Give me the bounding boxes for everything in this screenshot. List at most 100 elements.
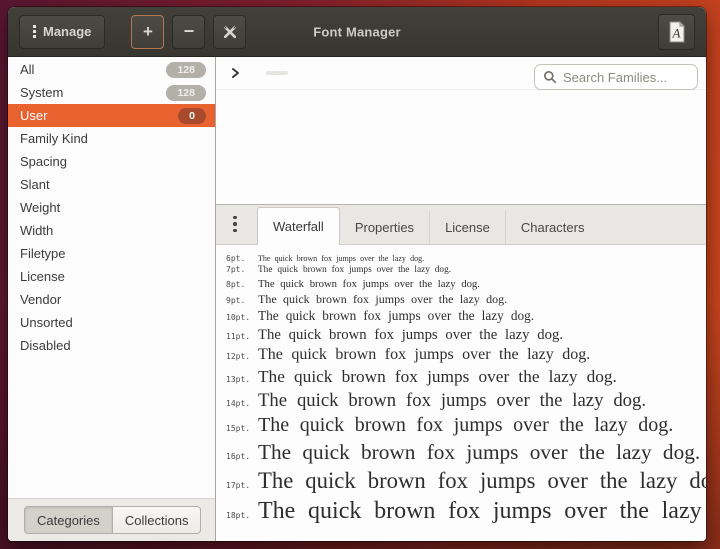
category-row[interactable]: All 128 — [8, 58, 215, 81]
category-label: Family Kind — [20, 131, 88, 146]
minus-icon: − — [184, 21, 195, 42]
waterfall-sample-text: The quick brown fox jumps over the lazy … — [258, 345, 590, 365]
category-list: All 128 System 128 User 0 — [8, 57, 215, 498]
plus-icon: + — [143, 22, 153, 42]
sidebar: All 128 System 128 User 0 — [8, 57, 215, 541]
preview-tab[interactable]: Waterfall — [257, 207, 340, 245]
font-file-icon: A — [668, 21, 686, 43]
waterfall-row: 13pt. The quick brown fox jumps over the… — [224, 366, 706, 388]
category-row[interactable]: Spacing — [8, 150, 215, 173]
category-label: System — [20, 85, 63, 100]
waterfall-sample-text: The quick brown fox jumps over the lazy … — [258, 265, 451, 277]
category-row[interactable]: System 128 — [8, 81, 215, 104]
waterfall-row: 9pt. The quick brown fox jumps over the … — [224, 292, 706, 307]
preview-menu-button[interactable] — [221, 204, 249, 244]
waterfall-sample-text: The quick brown fox jumps over the lazy … — [258, 496, 706, 526]
category-row[interactable]: Unsorted — [8, 311, 215, 334]
category-row[interactable]: Slant — [8, 173, 215, 196]
waterfall-row: 8pt. The quick brown fox jumps over the … — [224, 278, 706, 291]
remove-fonts-button[interactable]: − — [172, 15, 205, 49]
preview-tabs: Waterfall Properties License — [257, 205, 599, 244]
category-label: License — [20, 269, 65, 284]
waterfall-sample-text: The quick brown fox jumps over the lazy … — [258, 308, 534, 325]
waterfall-size-label: 10pt. — [224, 313, 258, 322]
waterfall-size-label: 17pt. — [224, 481, 258, 490]
waterfall-size-label: 13pt. — [224, 375, 258, 384]
preview-tab[interactable]: License — [429, 211, 505, 244]
search-input[interactable] — [563, 70, 689, 85]
waterfall-sample-text: The quick brown fox jumps over the lazy … — [258, 439, 700, 466]
collections-button-label: Collections — [125, 513, 189, 528]
waterfall-sample-text: The quick brown fox jumps over the lazy … — [258, 413, 673, 438]
headerbar: Manage + − — [8, 7, 706, 57]
crossed-tools-icon — [222, 24, 238, 40]
category-row[interactable]: Weight — [8, 196, 215, 219]
collections-mode-button[interactable]: Collections — [113, 506, 202, 534]
waterfall-size-label: 18pt. — [224, 511, 258, 520]
category-count-badge: 0 — [178, 108, 206, 124]
category-label: User — [20, 108, 47, 123]
waterfall-size-label: 6pt. — [224, 254, 258, 263]
preview-pane: Waterfall Properties License — [216, 205, 706, 541]
preview-tab[interactable]: Properties — [340, 211, 429, 244]
waterfall-sample-text: The quick brown fox jumps over the lazy … — [258, 254, 424, 264]
waterfall-row: 7pt. The quick brown fox jumps over the … — [224, 265, 706, 277]
compare-mode-button[interactable] — [213, 15, 246, 49]
waterfall-sample-text: The quick brown fox jumps over the lazy … — [258, 389, 646, 412]
waterfall-sample-text: The quick brown fox jumps over the lazy … — [258, 278, 480, 291]
waterfall-size-label: 15pt. — [224, 424, 258, 433]
category-row[interactable]: Disabled — [8, 334, 215, 357]
category-label: Weight — [20, 200, 60, 215]
font-manager-window: Manage + − — [8, 7, 706, 541]
family-name-placeholder — [266, 71, 288, 75]
right-panes: Waterfall Properties License — [216, 57, 706, 541]
category-label: Vendor — [20, 292, 61, 307]
expander-chevron-icon[interactable] — [229, 67, 241, 79]
waterfall-size-label: 14pt. — [224, 399, 258, 408]
category-label: Slant — [20, 177, 50, 192]
waterfall-size-label: 7pt. — [224, 265, 258, 274]
categories-mode-button[interactable]: Categories — [24, 506, 113, 534]
category-label: Unsorted — [20, 315, 73, 330]
preview-tab[interactable]: Characters — [505, 211, 600, 244]
categories-button-label: Categories — [37, 513, 100, 528]
category-count-badge: 128 — [166, 62, 206, 78]
preview-tabbar: Waterfall Properties License — [216, 205, 706, 245]
category-row[interactable]: License — [8, 265, 215, 288]
desktop-background: Manage + − — [0, 0, 720, 549]
category-label: Width — [20, 223, 53, 238]
font-families-pane — [216, 57, 706, 205]
category-row[interactable]: Vendor — [8, 288, 215, 311]
waterfall-row: 18pt. The quick brown fox jumps over the… — [224, 496, 706, 526]
svg-text:A: A — [671, 25, 680, 40]
category-row[interactable]: User 0 — [8, 104, 215, 127]
font-viewer-button[interactable]: A — [658, 14, 695, 50]
waterfall-sample-text: The quick brown fox jumps over the lazy … — [258, 326, 563, 344]
waterfall-sample-text: The quick brown fox jumps over the lazy … — [258, 292, 507, 307]
category-label: Filetype — [20, 246, 66, 261]
waterfall-sample-text: The quick brown fox jumps over the lazy … — [258, 366, 617, 388]
category-row[interactable]: Family Kind — [8, 127, 215, 150]
waterfall-size-label: 12pt. — [224, 352, 258, 361]
manage-button-label: Manage — [43, 24, 91, 39]
search-icon — [543, 70, 557, 84]
waterfall-size-label: 11pt. — [224, 332, 258, 341]
sidebar-footer: Categories Collections — [8, 498, 215, 541]
waterfall-row: 16pt. The quick brown fox jumps over the… — [224, 439, 706, 466]
category-row[interactable]: Filetype — [8, 242, 215, 265]
waterfall-row: 12pt. The quick brown fox jumps over the… — [224, 345, 706, 365]
vertical-dots-icon — [233, 216, 237, 233]
menu-dots-icon — [33, 25, 36, 38]
waterfall-preview[interactable]: 6pt. The quick brown fox jumps over the … — [216, 245, 706, 541]
preview-tab-label: Characters — [521, 220, 585, 235]
add-fonts-button[interactable]: + — [131, 15, 164, 49]
waterfall-size-label: 9pt. — [224, 296, 258, 305]
preview-tab-label: License — [445, 220, 490, 235]
category-row[interactable]: Width — [8, 219, 215, 242]
waterfall-size-label: 16pt. — [224, 452, 258, 461]
preview-tab-label: Waterfall — [273, 219, 324, 234]
search-families-entry[interactable] — [534, 64, 698, 90]
manage-button[interactable]: Manage — [19, 15, 105, 49]
waterfall-size-label: 8pt. — [224, 280, 258, 289]
waterfall-row: 11pt. The quick brown fox jumps over the… — [224, 326, 706, 344]
